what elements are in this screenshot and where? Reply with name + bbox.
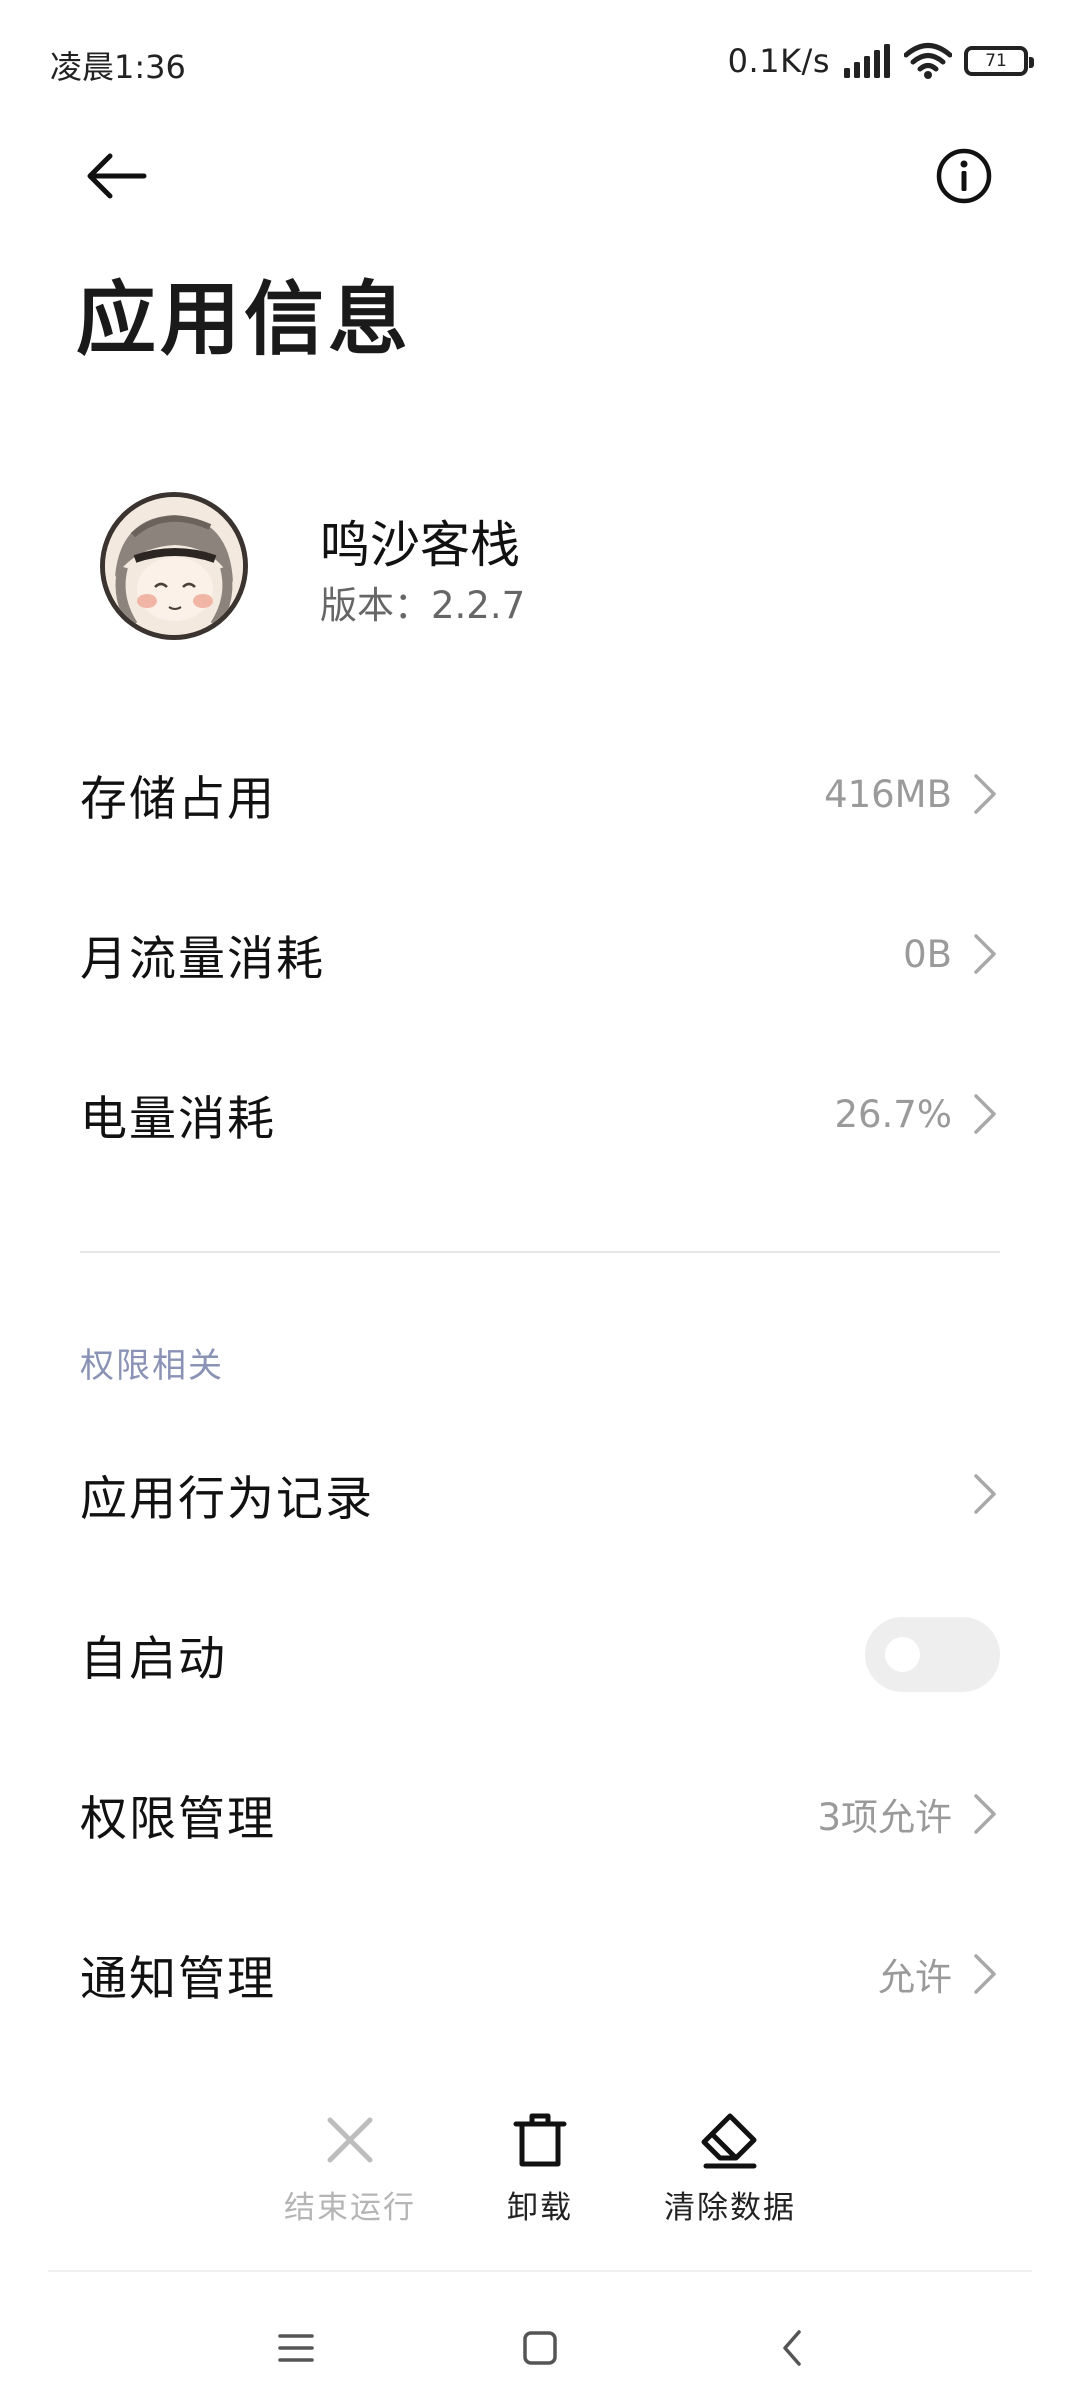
section-divider	[80, 1251, 1000, 1253]
back-button[interactable]	[76, 136, 156, 216]
row-value: 允许	[878, 1956, 952, 1999]
clear-data-button[interactable]: 清除数据	[630, 2110, 830, 2240]
chevron-right-icon	[974, 1094, 996, 1134]
back-chevron-icon	[783, 2330, 801, 2366]
chevron-right-icon	[974, 1474, 996, 1514]
page-title: 应用信息	[76, 272, 412, 366]
trash-icon	[513, 2113, 567, 2167]
battery-icon: 71	[964, 46, 1034, 76]
home-button[interactable]	[500, 2308, 580, 2388]
force-stop-button[interactable]: 结束运行	[250, 2110, 450, 2240]
app-icon	[100, 492, 248, 640]
chevron-right-icon	[974, 774, 996, 814]
bottom-divider	[48, 2270, 1032, 2272]
row-value: 26.7%	[834, 1092, 952, 1136]
network-speed: 0.1K/s	[727, 42, 830, 80]
chevron-right-icon	[974, 1954, 996, 1994]
status-indicators: 0.1K/s 71	[727, 40, 1034, 82]
row-label: 存储占用	[80, 771, 276, 827]
row-label: 月流量消耗	[80, 931, 325, 987]
info-circle-icon	[936, 148, 992, 204]
row-label: 自启动	[80, 1631, 227, 1687]
home-square-icon	[523, 2331, 557, 2365]
close-icon	[327, 2117, 373, 2163]
autostart-row: 自启动	[80, 1574, 1000, 1734]
row-value: 0B	[903, 932, 952, 976]
wifi-icon	[904, 43, 952, 79]
app-version: 版本：2.2.7	[320, 584, 526, 627]
data-usage-row[interactable]: 月流量消耗 0B	[80, 874, 1000, 1034]
status-time: 凌晨1:36	[50, 48, 186, 86]
notification-management-row[interactable]: 通知管理 允许	[80, 1894, 1000, 2054]
arrow-left-icon	[87, 153, 147, 199]
status-bar: 凌晨1:36 0.1K/s 71	[0, 0, 1080, 130]
row-label: 应用行为记录	[80, 1471, 374, 1527]
autostart-toggle[interactable]	[865, 1616, 1000, 1692]
battery-level: 71	[985, 51, 1007, 71]
row-label: 通知管理	[80, 1951, 276, 2007]
permission-management-row[interactable]: 权限管理 3项允许	[80, 1734, 1000, 1894]
row-label: 权限管理	[80, 1791, 276, 1847]
eraser-icon	[701, 2113, 757, 2169]
bottom-action-bar: 结束运行 卸载 清除数据	[0, 2110, 1080, 2240]
chevron-right-icon	[974, 1794, 996, 1834]
action-label: 清除数据	[664, 2190, 796, 2226]
menu-icon	[278, 2334, 314, 2362]
action-label: 结束运行	[284, 2190, 416, 2226]
signal-icon	[844, 44, 890, 78]
row-label: 电量消耗	[80, 1091, 276, 1147]
toggle-knob	[885, 1636, 920, 1672]
recents-button[interactable]	[256, 2308, 336, 2388]
app-name: 鸣沙客栈	[320, 516, 520, 574]
system-nav-bar	[0, 2290, 1080, 2400]
row-value: 416MB	[824, 772, 952, 816]
section-label-permissions: 权限相关	[80, 1346, 224, 1386]
system-back-button[interactable]	[752, 2308, 832, 2388]
uninstall-button[interactable]: 卸载	[440, 2110, 640, 2240]
row-value: 3项允许	[817, 1796, 952, 1839]
chevron-right-icon	[974, 934, 996, 974]
info-button[interactable]	[924, 136, 1004, 216]
battery-usage-row[interactable]: 电量消耗 26.7%	[80, 1034, 1000, 1194]
action-label: 卸载	[507, 2190, 573, 2226]
behavior-log-row[interactable]: 应用行为记录	[80, 1414, 1000, 1574]
storage-row[interactable]: 存储占用 416MB	[80, 714, 1000, 874]
